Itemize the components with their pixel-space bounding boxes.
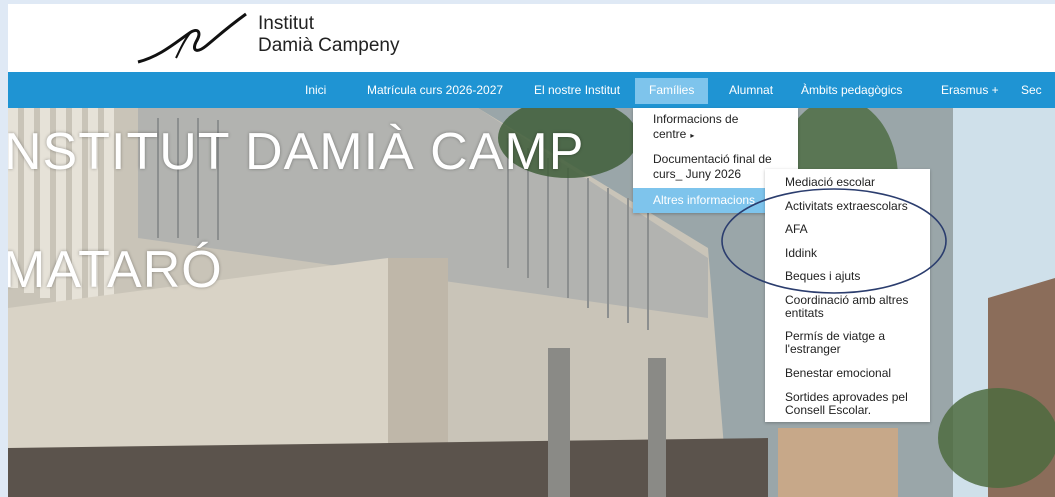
main-nav: Inici Matrícula curs 2026-2027 El nostre… bbox=[8, 72, 1055, 108]
nav-item-institut[interactable]: El nostre Institut bbox=[534, 72, 620, 108]
submenu-item-sortides[interactable]: Sortides aprovades pel Consell Escolar. bbox=[765, 386, 930, 422]
browser-viewport: Institut Damià Campeny Inici Matrícula c… bbox=[8, 4, 1055, 497]
nav-item-families[interactable]: Famílies bbox=[635, 78, 709, 104]
nav-item-alumnat[interactable]: Alumnat bbox=[729, 72, 773, 108]
logo-icon[interactable] bbox=[136, 10, 248, 68]
site-header: Institut Damià Campeny bbox=[8, 4, 1055, 72]
submenu-item-permis[interactable]: Permís de viatge a l'estranger bbox=[765, 325, 930, 362]
logo-line1: Institut bbox=[258, 13, 314, 34]
nav-item-matricula[interactable]: Matrícula curs 2026-2027 bbox=[367, 72, 503, 108]
logo-line2: Damià Campeny bbox=[258, 35, 400, 56]
submenu-item-label: Informacions de centre bbox=[653, 112, 739, 141]
submenu-item-benestar[interactable]: Benestar emocional bbox=[765, 362, 930, 386]
nav-item-sec[interactable]: Sec bbox=[1021, 72, 1042, 108]
hero-title-line2: MATARÓ bbox=[8, 241, 223, 299]
nav-item-inici[interactable]: Inici bbox=[305, 72, 326, 108]
hero-title-line1: NSTITUT DAMIÀ CAMP bbox=[8, 123, 585, 181]
annotation-ellipse bbox=[721, 188, 947, 294]
nav-item-ambits[interactable]: Àmbits pedagògics bbox=[801, 72, 902, 108]
submenu-item-informacions[interactable]: Informacions de centre ▸ bbox=[633, 108, 798, 146]
nav-item-erasmus[interactable]: Erasmus + bbox=[941, 72, 999, 108]
logo-text[interactable]: Institut Damià Campeny bbox=[258, 13, 400, 57]
submenu-arrow-icon: ▸ bbox=[690, 131, 695, 140]
